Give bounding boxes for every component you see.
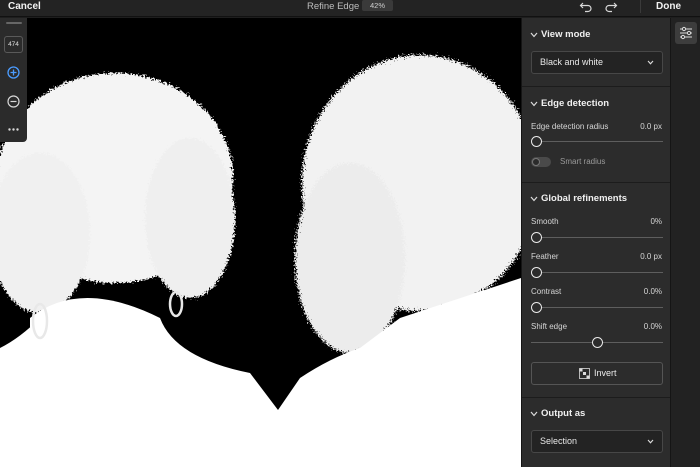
slider-track [531,307,663,308]
slider-track [531,237,663,238]
page-title: Refine Edge [307,1,360,12]
shift-edge-slider[interactable] [531,337,663,349]
slider-handle[interactable] [531,267,542,278]
undo-icon[interactable] [579,0,593,13]
section-title: Global refinements [541,193,628,204]
divider [522,182,671,183]
chevron-down-icon [530,196,538,202]
chevron-down-icon [530,101,538,107]
slider-handle[interactable] [531,136,542,147]
brush-toolbar: 474 [0,18,27,142]
contrast-slider[interactable] [531,302,663,314]
slider-handle[interactable] [591,337,603,348]
smooth-value: 0% [650,217,662,226]
divider [522,86,671,87]
feather-label: Feather [531,252,559,261]
select-value: Selection [540,436,578,446]
smooth-slider[interactable] [531,232,663,244]
more-icon[interactable] [6,122,21,137]
smooth-label: Smooth [531,217,559,226]
edge-radius-slider[interactable] [531,136,663,148]
edge-radius-value: 0.0 px [640,122,662,131]
add-brush-icon[interactable] [6,65,21,80]
done-button[interactable]: Done [656,0,681,14]
edge-radius-label: Edge detection radius [531,122,609,131]
contrast-value: 0.0% [643,287,662,296]
shift-edge-label: Shift edge [531,322,568,331]
output-select[interactable]: Selection [531,430,663,453]
top-bar: Cancel Refine Edge 42% Done [0,0,700,17]
view-mode-select[interactable]: Black and white [531,51,663,74]
feather-slider[interactable] [531,267,663,279]
panel-strip [670,18,700,467]
invert-icon [579,368,590,379]
slider-handle[interactable] [531,232,542,243]
slider-handle[interactable] [531,302,542,313]
toolbar-divider [640,0,641,13]
subtract-brush-icon[interactable] [6,94,21,109]
select-value: Black and white [540,57,604,67]
chevron-down-icon [647,439,654,444]
smart-radius-label: Smart radius [560,157,606,166]
contrast-label: Contrast [531,287,562,296]
drag-handle[interactable] [6,22,22,24]
smart-radius-toggle[interactable] [531,157,551,167]
view-mode-header[interactable]: View mode [522,28,671,42]
chevron-down-icon [647,60,654,65]
left-subject-mask [0,73,235,313]
edge-detection-header[interactable]: Edge detection [522,97,671,111]
divider [522,397,671,398]
slider-track [531,141,663,142]
adjustments-icon[interactable] [675,22,697,44]
invert-label: Invert [594,368,617,378]
slider-track [531,272,663,273]
redo-icon[interactable] [604,0,618,13]
zoom-level[interactable]: 42% [362,0,393,11]
properties-panel: View mode Black and white Edge detection… [521,18,671,467]
chevron-down-icon [530,32,538,38]
toggle-knob [532,158,540,166]
cancel-button[interactable]: Cancel [8,0,41,14]
shift-edge-value: 0.0% [643,322,662,331]
feather-value: 0.0 px [640,252,662,261]
brush-size-field[interactable]: 474 [4,36,23,53]
image-canvas[interactable] [0,18,521,467]
global-refinements-header[interactable]: Global refinements [522,192,671,206]
section-title: View mode [541,29,591,40]
section-title: Edge detection [541,98,610,109]
output-header[interactable]: Output as [522,407,671,421]
section-title: Output as [541,408,586,419]
invert-button[interactable]: Invert [531,362,663,385]
mask-preview [0,18,521,467]
chevron-down-icon [530,411,538,417]
